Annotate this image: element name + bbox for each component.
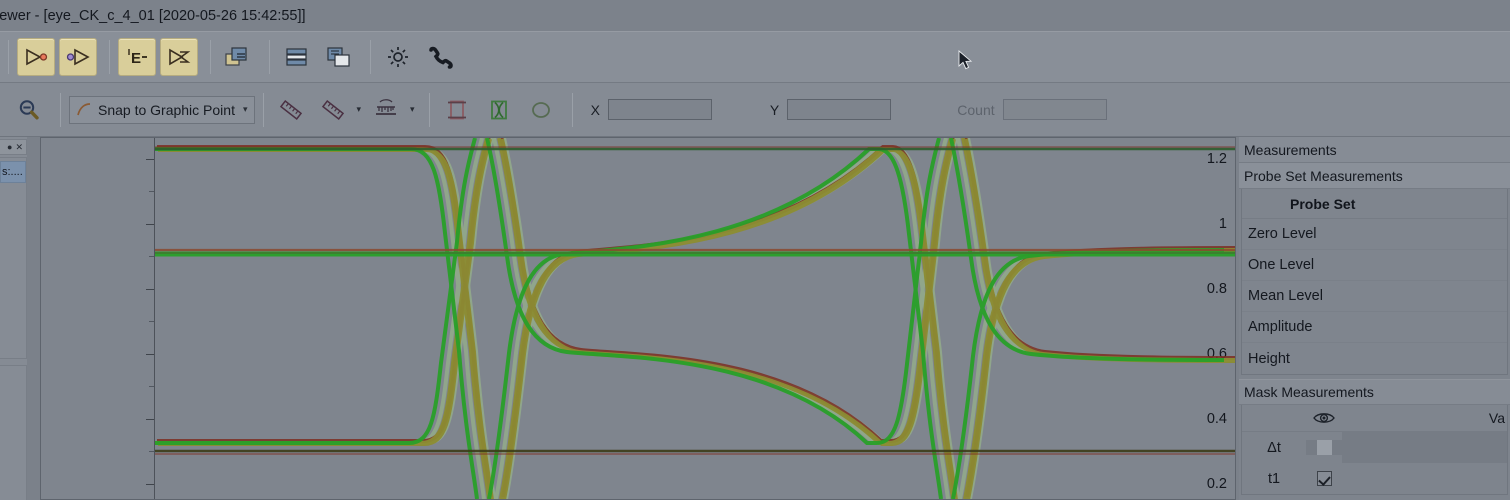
snap-mode-value: Snap to Graphic Point — [98, 101, 235, 118]
mask-row-visibility-toggle[interactable] — [1306, 440, 1342, 455]
mask-rect-tool-button[interactable] — [438, 91, 476, 129]
mask-row-value — [1342, 432, 1507, 463]
checkbox-checked[interactable] — [1316, 471, 1332, 486]
cascade-windows-button[interactable] — [219, 38, 257, 76]
visibility-column-header — [1306, 411, 1342, 425]
left-dock-panel: ● ✕ s:.... — [0, 137, 27, 500]
probe-set-grid: Probe Set Zero Level One Level Mean Leve… — [1241, 189, 1508, 375]
eye-icon — [1313, 413, 1335, 423]
toolbar-separator — [370, 40, 371, 74]
histogram-chevron-down-icon[interactable]: ▾ — [410, 104, 415, 115]
measurement-row-mean-level[interactable]: Mean Level — [1242, 281, 1507, 312]
toolbar-separator — [109, 40, 110, 74]
mask-row-delta-t[interactable]: Δt — [1242, 432, 1507, 463]
mask-row-value — [1342, 463, 1507, 494]
support-button[interactable] — [421, 38, 459, 76]
mask-rect-icon — [447, 100, 466, 119]
x-coordinate-group: X — [591, 99, 712, 120]
tile-vertical-button[interactable] — [320, 38, 358, 76]
trace-green — [155, 138, 1226, 499]
probe-input-icon — [66, 48, 90, 66]
svg-text:E: E — [131, 50, 141, 67]
toolbar-separator — [571, 92, 573, 127]
left-dock-list: s:.... — [0, 157, 27, 359]
x-field-label: X — [590, 101, 600, 118]
left-dock-secondary-list — [0, 365, 27, 500]
measurement-row-height[interactable]: Height — [1242, 343, 1507, 374]
toolbar-separator — [210, 40, 211, 74]
mask-grid-header: Va — [1242, 405, 1507, 432]
mask-row-t1[interactable]: t1 — [1242, 463, 1507, 494]
mask-eye-tool-button[interactable] — [480, 91, 518, 129]
window-title: iewer - [eye_CK_c_4_01 [2020-05-26 15:42… — [0, 7, 306, 24]
value-column-header: Va — [1488, 410, 1505, 426]
gear-icon — [388, 47, 408, 67]
measurements-title: Measurements — [1239, 137, 1510, 163]
ruler-angle-icon — [321, 99, 344, 120]
count-field-label: Count — [957, 101, 995, 118]
tile-vertical-icon — [327, 47, 350, 67]
left-dock-selected-item[interactable]: s:.... — [0, 161, 26, 183]
toolbar-separator — [262, 92, 264, 127]
snap-mode-dropdown[interactable]: Snap to Graphic Point ▾ — [69, 95, 255, 124]
probe-output-button[interactable] — [17, 38, 55, 76]
mask-eye-icon — [490, 100, 507, 119]
mask-measurements-grid: Va Δt t1 — [1241, 405, 1508, 495]
eye-diagram-plot[interactable]: (V) 1.2 1 0.8 0.6 0.4 0.2 — [40, 137, 1236, 500]
measurement-row-zero-level[interactable]: Zero Level — [1242, 219, 1507, 250]
x-coordinate-field[interactable] — [607, 99, 712, 120]
toolbar-separator — [269, 40, 270, 74]
y-coordinate-group: Y — [769, 99, 892, 120]
y-field-label: Y — [769, 101, 780, 118]
snap-point-icon — [77, 102, 91, 115]
toolbar-separator — [8, 40, 9, 74]
phone-icon — [429, 46, 453, 69]
eye-traces — [155, 138, 1235, 499]
histogram-tool-button[interactable] — [367, 91, 405, 129]
probe-output-icon — [26, 48, 48, 66]
mask-ellipse-tool-button[interactable] — [522, 91, 560, 129]
cascade-windows-icon — [225, 47, 247, 66]
measurement-row-one-level[interactable]: One Level — [1242, 250, 1507, 281]
eye-probe-icon — [169, 48, 191, 66]
mask-row-label: t1 — [1267, 470, 1281, 487]
left-dock-header: ● ✕ — [0, 139, 27, 155]
tile-horizontal-icon — [286, 48, 307, 66]
toolbar-separator — [428, 92, 430, 127]
pin-icon[interactable]: ● — [7, 142, 12, 152]
eye-probe-button[interactable] — [160, 38, 198, 76]
probe-set-measurements-header[interactable]: Probe Set Measurements — [1239, 163, 1510, 189]
settings-button[interactable] — [379, 38, 417, 76]
ruler-angle-tool-button[interactable] — [314, 91, 352, 129]
edge-label-icon: E — [128, 49, 147, 67]
window-title-bar: iewer - [eye_CK_c_4_01 [2020-05-26 15:42… — [0, 0, 1510, 31]
probe-input-button[interactable] — [59, 38, 97, 76]
measurements-panel: Measurements Probe Set Measurements Prob… — [1239, 137, 1510, 500]
count-group: Count — [957, 99, 1107, 120]
measurement-row-amplitude[interactable]: Amplitude — [1242, 312, 1507, 343]
checkbox-unchecked[interactable] — [1316, 440, 1332, 455]
chevron-down-icon[interactable]: ▾ — [241, 104, 248, 115]
signal-rails — [155, 146, 1235, 455]
count-field — [1002, 99, 1107, 120]
probe-set-column-header: Probe Set — [1242, 189, 1507, 219]
secondary-toolbar: Snap to Graphic Point ▾ ▾ ▾ X Y Count — [0, 83, 1510, 137]
zoom-out-icon — [19, 99, 39, 119]
ruler-tool-button[interactable] — [272, 91, 310, 129]
histogram-icon — [376, 98, 397, 115]
mask-measurements-header[interactable]: Mask Measurements — [1239, 379, 1510, 405]
mask-ellipse-icon — [531, 101, 550, 118]
close-icon[interactable]: ✕ — [15, 142, 23, 152]
tile-horizontal-button[interactable] — [278, 38, 316, 76]
y-coordinate-field[interactable] — [787, 99, 892, 120]
ruler-angle-chevron-down-icon[interactable]: ▾ — [357, 104, 362, 115]
ruler-icon — [279, 99, 302, 120]
toolbar-separator — [60, 92, 61, 127]
mask-row-label: Δt — [1267, 439, 1281, 456]
mask-row-visibility-toggle[interactable] — [1306, 471, 1342, 486]
zoom-out-button[interactable] — [10, 91, 48, 129]
edge-measure-button[interactable]: E — [118, 38, 156, 76]
primary-toolbar: E — [0, 31, 1510, 83]
eye-diagram-canvas[interactable] — [155, 138, 1235, 499]
